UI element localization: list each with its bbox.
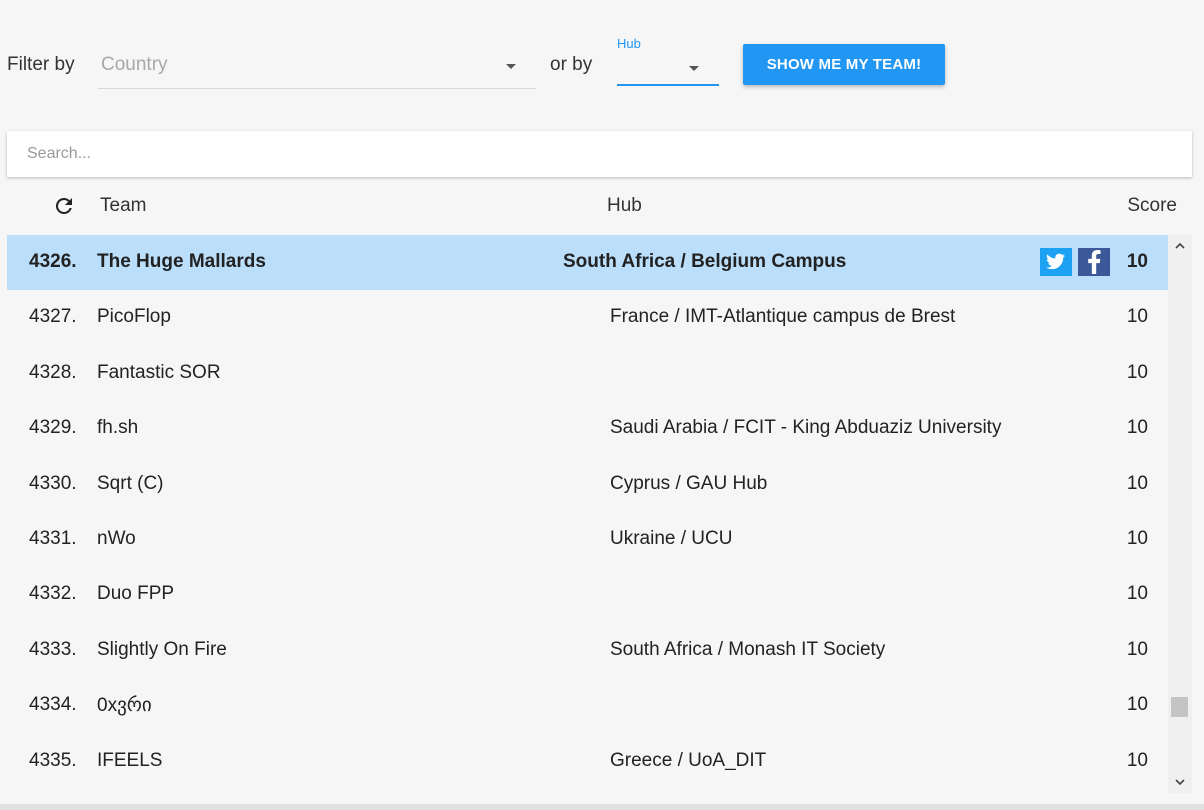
hub-select[interactable]: Hub: [617, 36, 719, 86]
row-team-name: IFEELS: [97, 749, 163, 771]
filter-by-label: Filter by: [7, 54, 75, 75]
row-rank: 4327.: [29, 306, 77, 328]
row-hub: France / IMT-Atlantique campus de Brest: [610, 306, 956, 328]
row-score: 10: [1126, 749, 1148, 771]
table-row[interactable]: 4330. Sqrt (C) Cyprus / GAU Hub 10: [7, 457, 1168, 512]
table-row[interactable]: 4329. fh.sh Saudi Arabia / FCIT - King A…: [7, 401, 1168, 456]
column-header-score[interactable]: Score: [1127, 195, 1177, 217]
show-my-team-button[interactable]: SHOW ME MY TEAM!: [743, 44, 945, 85]
row-hub: Ukraine / UCU: [610, 527, 733, 549]
row-rank: 4328.: [29, 361, 77, 383]
row-hub: South Africa / Belgium Campus: [563, 251, 847, 272]
search-box: [7, 131, 1192, 177]
table-row[interactable]: 4327. PicoFlop France / IMT-Atlantique c…: [7, 290, 1168, 345]
twitter-icon[interactable]: [1040, 248, 1072, 276]
search-input[interactable]: [7, 131, 1192, 177]
row-score: 10: [1126, 306, 1148, 328]
table-row[interactable]: 4331. nWo Ukraine / UCU 10: [7, 512, 1168, 567]
chevron-down-icon: [506, 64, 516, 69]
table-header: Team Hub Score: [7, 188, 1192, 226]
row-rank: 4326.: [29, 251, 77, 272]
row-team-name: 0xვრი: [97, 695, 152, 717]
row-score: 10: [1126, 251, 1148, 272]
row-score: 10: [1126, 527, 1148, 549]
row-score: 10: [1126, 694, 1148, 716]
hub-select-label: Hub: [617, 36, 641, 51]
refresh-icon[interactable]: [52, 194, 76, 218]
country-select[interactable]: Country: [98, 48, 536, 89]
row-team-name: Sqrt (C): [97, 472, 164, 494]
row-hub: Greece / UoA_DIT: [610, 749, 767, 771]
row-team-name: nWo: [97, 527, 136, 549]
scrollbar[interactable]: [1168, 235, 1192, 793]
table-row[interactable]: 4328. Fantastic SOR 10: [7, 346, 1168, 401]
row-rank: 4329.: [29, 417, 77, 439]
table-row[interactable]: 4333. Slightly On Fire South Africa / Mo…: [7, 623, 1168, 678]
row-rank: 4330.: [29, 472, 77, 494]
row-score: 10: [1126, 638, 1148, 660]
row-rank: 4334.: [29, 694, 77, 716]
scrollbar-thumb[interactable]: [1171, 697, 1188, 717]
row-team-name: Duo FPP: [97, 583, 175, 605]
row-hub: Cyprus / GAU Hub: [610, 472, 768, 494]
row-rank: 4332.: [29, 583, 77, 605]
row-score: 10: [1126, 417, 1148, 439]
row-score: 10: [1126, 583, 1148, 605]
row-team-name: PicoFlop: [97, 306, 171, 328]
table-row[interactable]: 4335. IFEELS Greece / UoA_DIT 10: [7, 734, 1168, 789]
row-hub: South Africa / Monash IT Society: [610, 638, 886, 660]
column-header-team[interactable]: Team: [100, 195, 146, 217]
table-row-highlighted[interactable]: 4326. The Huge Mallards South Africa / B…: [7, 235, 1168, 291]
row-team-name: fh.sh: [97, 417, 139, 439]
chevron-down-icon: [689, 66, 699, 71]
facebook-icon[interactable]: [1078, 248, 1110, 276]
column-header-hub[interactable]: Hub: [607, 195, 642, 217]
or-by-label: or by: [550, 54, 593, 75]
row-team-name: The Huge Mallards: [97, 251, 266, 272]
bottom-divider: [0, 804, 1204, 810]
row-team-name: Fantastic SOR: [97, 361, 221, 383]
scroll-up-arrow-icon[interactable]: [1174, 239, 1186, 251]
row-hub: Saudi Arabia / FCIT - King Abduaziz Univ…: [610, 417, 1002, 439]
leaderboard-list: 4326. The Huge Mallards South Africa / B…: [7, 235, 1168, 793]
table-row[interactable]: 4334. 0xვრი 10: [7, 678, 1168, 733]
row-rank: 4331.: [29, 527, 77, 549]
country-select-placeholder: Country: [101, 54, 168, 75]
row-team-name: Slightly On Fire: [97, 638, 227, 660]
table-row[interactable]: 4332. Duo FPP 10: [7, 567, 1168, 622]
row-rank: 4335.: [29, 749, 77, 771]
row-rank: 4333.: [29, 638, 77, 660]
row-score: 10: [1126, 361, 1148, 383]
scroll-down-arrow-icon[interactable]: [1174, 775, 1186, 787]
row-score: 10: [1126, 472, 1148, 494]
